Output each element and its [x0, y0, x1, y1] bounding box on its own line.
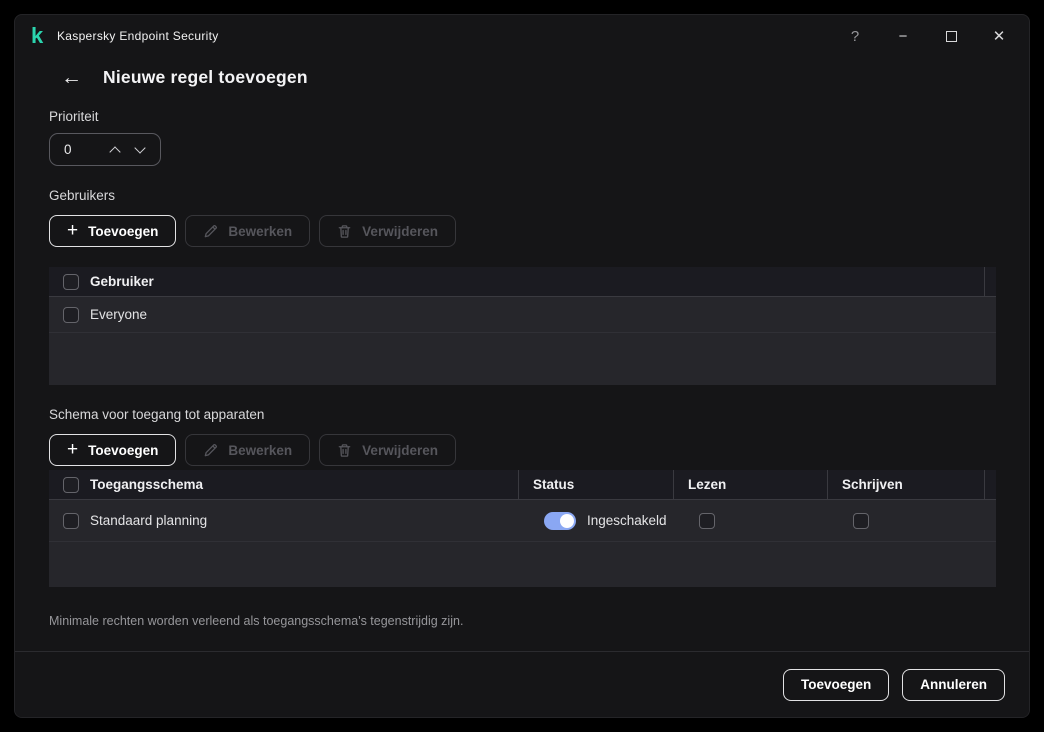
- conflict-note: Minimale rechten worden verleend als toe…: [49, 614, 995, 628]
- users-toolbar: + Toevoegen Bewerken Verwijderen: [49, 215, 995, 247]
- plus-icon: +: [67, 221, 78, 240]
- access-section-label: Schema voor toegang tot apparaten: [49, 408, 995, 422]
- access-header-schema: Toegangsschema: [49, 470, 518, 499]
- access-delete-button[interactable]: Verwijderen: [319, 434, 456, 466]
- schema-row-checkbox[interactable]: [63, 513, 79, 529]
- access-edit-label: Bewerken: [228, 443, 292, 458]
- maximize-icon: [946, 31, 957, 42]
- users-table-header-cell: Gebruiker: [49, 267, 984, 296]
- write-cell: [839, 500, 996, 541]
- read-cell: [685, 500, 839, 541]
- access-header-status: Status: [518, 470, 673, 499]
- write-checkbox[interactable]: [853, 513, 869, 529]
- users-table-empty-area: [49, 333, 996, 385]
- priority-decrement-button[interactable]: [127, 134, 152, 165]
- access-select-all-checkbox[interactable]: [63, 477, 79, 493]
- user-cell: Everyone: [49, 297, 996, 332]
- users-delete-button[interactable]: Verwijderen: [319, 215, 456, 247]
- cancel-button[interactable]: Annuleren: [902, 669, 1005, 701]
- pencil-icon: [203, 224, 218, 239]
- write-column-title: Schrijven: [842, 477, 903, 492]
- status-cell: Ingeschakeld: [530, 500, 685, 541]
- access-delete-label: Verwijderen: [362, 443, 438, 458]
- trash-icon: [337, 443, 352, 458]
- pencil-icon: [203, 443, 218, 458]
- app-title: Kaspersky Endpoint Security: [57, 29, 219, 43]
- users-table: Gebruiker Everyone: [49, 267, 996, 385]
- access-add-label: Toevoegen: [88, 443, 158, 458]
- user-name: Everyone: [90, 307, 147, 322]
- status-column-title: Status: [533, 477, 574, 492]
- status-toggle[interactable]: [544, 512, 576, 530]
- access-table-empty-area: [49, 542, 996, 587]
- dialog-content: ← Nieuwe regel toevoegen Prioriteit 0 Ge…: [15, 53, 1029, 651]
- users-select-all-checkbox[interactable]: [63, 274, 79, 290]
- schema-name: Standaard planning: [90, 513, 207, 528]
- table-row[interactable]: Standaard planning Ingeschakeld: [49, 500, 996, 542]
- kaspersky-logo-icon: k: [31, 25, 57, 47]
- toggle-knob: [560, 514, 574, 528]
- users-column-title: Gebruiker: [90, 274, 154, 289]
- chevron-up-icon: [109, 146, 120, 157]
- access-table-header-row: Toegangsschema Status Lezen Schrijven: [49, 470, 996, 500]
- priority-increment-button[interactable]: [102, 134, 127, 165]
- users-edit-label: Bewerken: [228, 224, 292, 239]
- priority-spinner[interactable]: 0: [49, 133, 161, 166]
- minimize-button[interactable]: −: [889, 23, 917, 49]
- users-table-gutter: [984, 267, 996, 296]
- read-checkbox[interactable]: [699, 513, 715, 529]
- access-edit-button[interactable]: Bewerken: [185, 434, 310, 466]
- priority-value[interactable]: 0: [64, 142, 102, 157]
- titlebar: k Kaspersky Endpoint Security ? − ✕: [15, 15, 1029, 53]
- users-delete-label: Verwijderen: [362, 224, 438, 239]
- user-row-checkbox[interactable]: [63, 307, 79, 323]
- window-controls: ? − ✕: [841, 23, 1013, 49]
- access-header-read: Lezen: [673, 470, 827, 499]
- schema-cell: Standaard planning: [49, 500, 530, 541]
- app-window: k Kaspersky Endpoint Security ? − ✕ ← Ni…: [14, 14, 1030, 718]
- users-add-button[interactable]: + Toevoegen: [49, 215, 176, 247]
- access-table-gutter: [984, 470, 996, 499]
- users-table-header-row: Gebruiker: [49, 267, 996, 297]
- trash-icon: [337, 224, 352, 239]
- access-add-button[interactable]: + Toevoegen: [49, 434, 176, 466]
- access-toolbar: + Toevoegen Bewerken Verwijderen: [49, 434, 995, 466]
- schema-column-title: Toegangsschema: [90, 477, 203, 492]
- help-button[interactable]: ?: [841, 23, 869, 49]
- plus-icon: +: [67, 440, 78, 459]
- priority-label: Prioriteit: [49, 110, 995, 124]
- footer-bar: Toevoegen Annuleren: [15, 651, 1029, 717]
- users-edit-button[interactable]: Bewerken: [185, 215, 310, 247]
- read-column-title: Lezen: [688, 477, 726, 492]
- status-label: Ingeschakeld: [587, 513, 667, 528]
- close-button[interactable]: ✕: [985, 23, 1013, 49]
- maximize-button[interactable]: [937, 23, 965, 49]
- access-table: Toegangsschema Status Lezen Schrijven St…: [49, 470, 996, 587]
- page-title: Nieuwe regel toevoegen: [103, 67, 308, 88]
- users-add-label: Toevoegen: [88, 224, 158, 239]
- page-header: ← Nieuwe regel toevoegen: [61, 62, 995, 92]
- access-header-write: Schrijven: [827, 470, 984, 499]
- submit-button[interactable]: Toevoegen: [783, 669, 889, 701]
- users-section-label: Gebruikers: [49, 189, 995, 203]
- back-button[interactable]: ←: [61, 67, 82, 88]
- chevron-down-icon: [134, 142, 145, 153]
- table-row[interactable]: Everyone: [49, 297, 996, 333]
